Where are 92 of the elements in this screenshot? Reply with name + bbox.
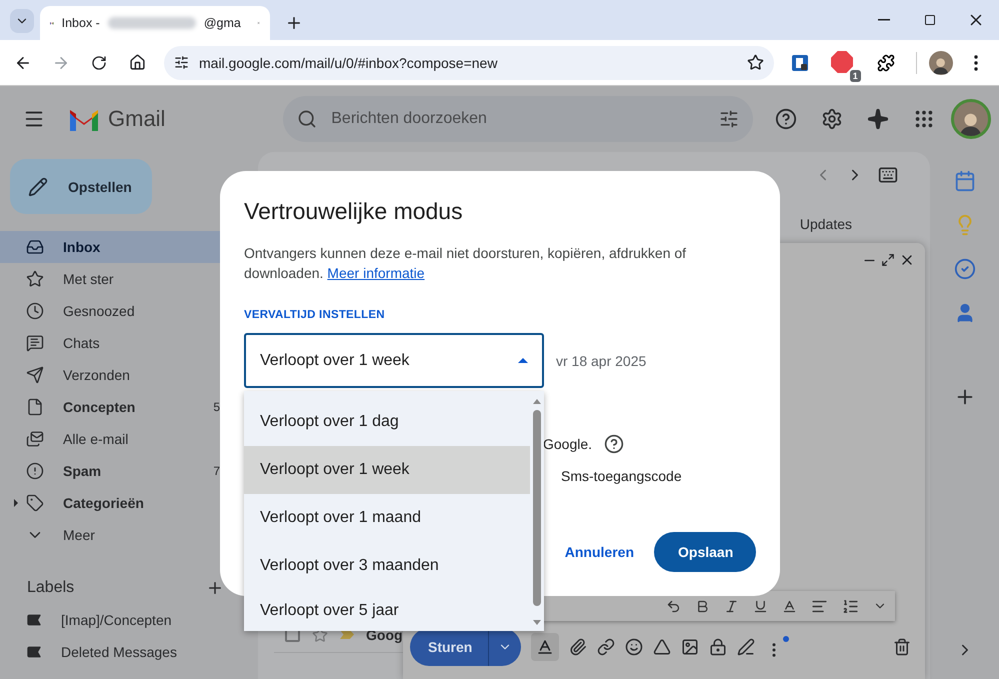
sidebar-label: Inbox xyxy=(63,239,100,255)
account-avatar[interactable] xyxy=(951,99,991,139)
underline-icon xyxy=(753,598,768,614)
tab-title: Inbox - xyxy=(62,16,100,30)
cancel-button[interactable]: Annuleren xyxy=(564,534,634,570)
expand-icon[interactable] xyxy=(881,253,895,267)
file-icon xyxy=(26,398,44,416)
bookmark-star-icon[interactable] xyxy=(747,54,764,71)
help-icon[interactable] xyxy=(604,434,624,454)
tab-title: @gma xyxy=(204,16,241,30)
tasks-icon[interactable] xyxy=(954,258,976,280)
help-icon xyxy=(775,108,797,130)
expiry-select[interactable]: Verloopt over 1 week xyxy=(244,333,544,388)
compose-button[interactable]: Opstellen xyxy=(10,159,152,214)
expiry-date: vr 18 apr 2025 xyxy=(556,352,646,368)
lock-icon[interactable] xyxy=(709,638,728,656)
more-vertical-icon xyxy=(974,54,978,70)
mail-logo-icon xyxy=(68,107,100,131)
label-icon xyxy=(26,612,42,628)
sidebar-label: Alle e-mail xyxy=(63,431,128,447)
sidebar-label: Gesnoozed xyxy=(63,303,135,319)
save-button[interactable]: Opslaan xyxy=(654,532,756,572)
passcode-option[interactable]: Sms-toegangscode xyxy=(561,468,682,484)
filter-icon[interactable] xyxy=(719,109,739,129)
settings-icon xyxy=(821,108,843,130)
caret-icon xyxy=(518,358,528,363)
search-bar[interactable]: Berichten doorzoeken xyxy=(283,96,753,142)
sidebar-label: Concepten xyxy=(63,399,136,415)
search-icon xyxy=(297,109,318,129)
text-color-icon xyxy=(782,598,797,614)
extensions-icon[interactable] xyxy=(877,54,896,72)
sidebar-label: Spam xyxy=(63,463,102,479)
bold-icon xyxy=(695,598,710,614)
undo-icon xyxy=(666,598,681,614)
trash-icon[interactable] xyxy=(893,638,911,656)
mail-stack-icon xyxy=(26,430,44,448)
sparkle-icon xyxy=(867,108,889,130)
tab-search-button[interactable] xyxy=(10,9,34,33)
site-settings-icon[interactable] xyxy=(174,55,189,70)
alert-icon xyxy=(26,462,44,480)
clock-icon xyxy=(26,302,44,320)
pencil-icon xyxy=(28,176,48,196)
profile-avatar[interactable] xyxy=(929,50,953,74)
label-item[interactable]: Deleted Messages xyxy=(0,636,250,668)
label-icon xyxy=(26,644,42,660)
pen-icon[interactable] xyxy=(737,638,756,656)
sidebar-label: Verzonden xyxy=(63,367,130,383)
inbox-icon xyxy=(26,238,44,256)
maximize-icon xyxy=(924,14,936,26)
plus-icon xyxy=(285,14,303,32)
send-icon xyxy=(26,366,44,384)
star-icon xyxy=(26,270,44,288)
search-field[interactable]: Berichten doorzoeken xyxy=(329,109,707,129)
dropdown-option[interactable]: Verloopt over 1 week xyxy=(244,446,530,494)
triangle-icon[interactable] xyxy=(653,638,672,656)
passcode-note: Google. xyxy=(543,436,592,452)
keyboard-icon[interactable] xyxy=(878,165,898,185)
url-text: mail.google.com/mail/u/0/#inbox?compose=new xyxy=(199,54,498,70)
extension-badge: 1 xyxy=(850,70,861,82)
reload-icon xyxy=(91,54,107,70)
home-icon xyxy=(128,54,146,71)
sidebar-label: Chats xyxy=(63,335,100,351)
formatting-button[interactable] xyxy=(531,633,560,661)
label-name: [Imap]/Concepten xyxy=(61,612,172,628)
attach-icon[interactable] xyxy=(569,638,588,656)
text-format-icon xyxy=(536,638,554,656)
address-bar[interactable]: mail.google.com/mail/u/0/#inbox?compose=new xyxy=(164,46,774,80)
mail-tab[interactable]: Updates xyxy=(800,216,852,232)
label-name: Deleted Messages xyxy=(61,644,177,660)
add-label-icon[interactable] xyxy=(206,579,224,597)
caret-icon xyxy=(14,499,18,507)
more-info-link[interactable]: Meer informatie xyxy=(327,265,425,281)
sidebar-label: Met ster xyxy=(63,271,114,287)
italic-icon xyxy=(724,598,739,614)
link-icon[interactable] xyxy=(597,638,616,656)
sidebar-label: Meer xyxy=(63,527,95,543)
sidebar-count: 5 xyxy=(213,400,220,414)
grid-icon xyxy=(913,108,935,130)
labels-heading: Labels xyxy=(27,579,74,597)
image-icon[interactable] xyxy=(681,638,700,656)
app-logo-text: Gmail xyxy=(108,106,166,132)
dialog-title: Vertrouwelijke modus xyxy=(244,197,464,225)
minimize-icon xyxy=(878,19,890,21)
sidebar-label: Categorieën xyxy=(63,495,144,511)
browser-tab[interactable]: Inbox - @gma xyxy=(40,6,270,40)
stop-sign-extension-icon[interactable] xyxy=(831,50,854,72)
label-icon xyxy=(26,494,44,512)
section-label: VERVALTIJD INSTELLEN xyxy=(244,309,386,321)
emoji-icon[interactable] xyxy=(625,638,644,656)
chat-icon xyxy=(26,334,44,352)
sidebar-count: 7 xyxy=(213,464,220,478)
numbered-list-icon xyxy=(842,598,859,614)
